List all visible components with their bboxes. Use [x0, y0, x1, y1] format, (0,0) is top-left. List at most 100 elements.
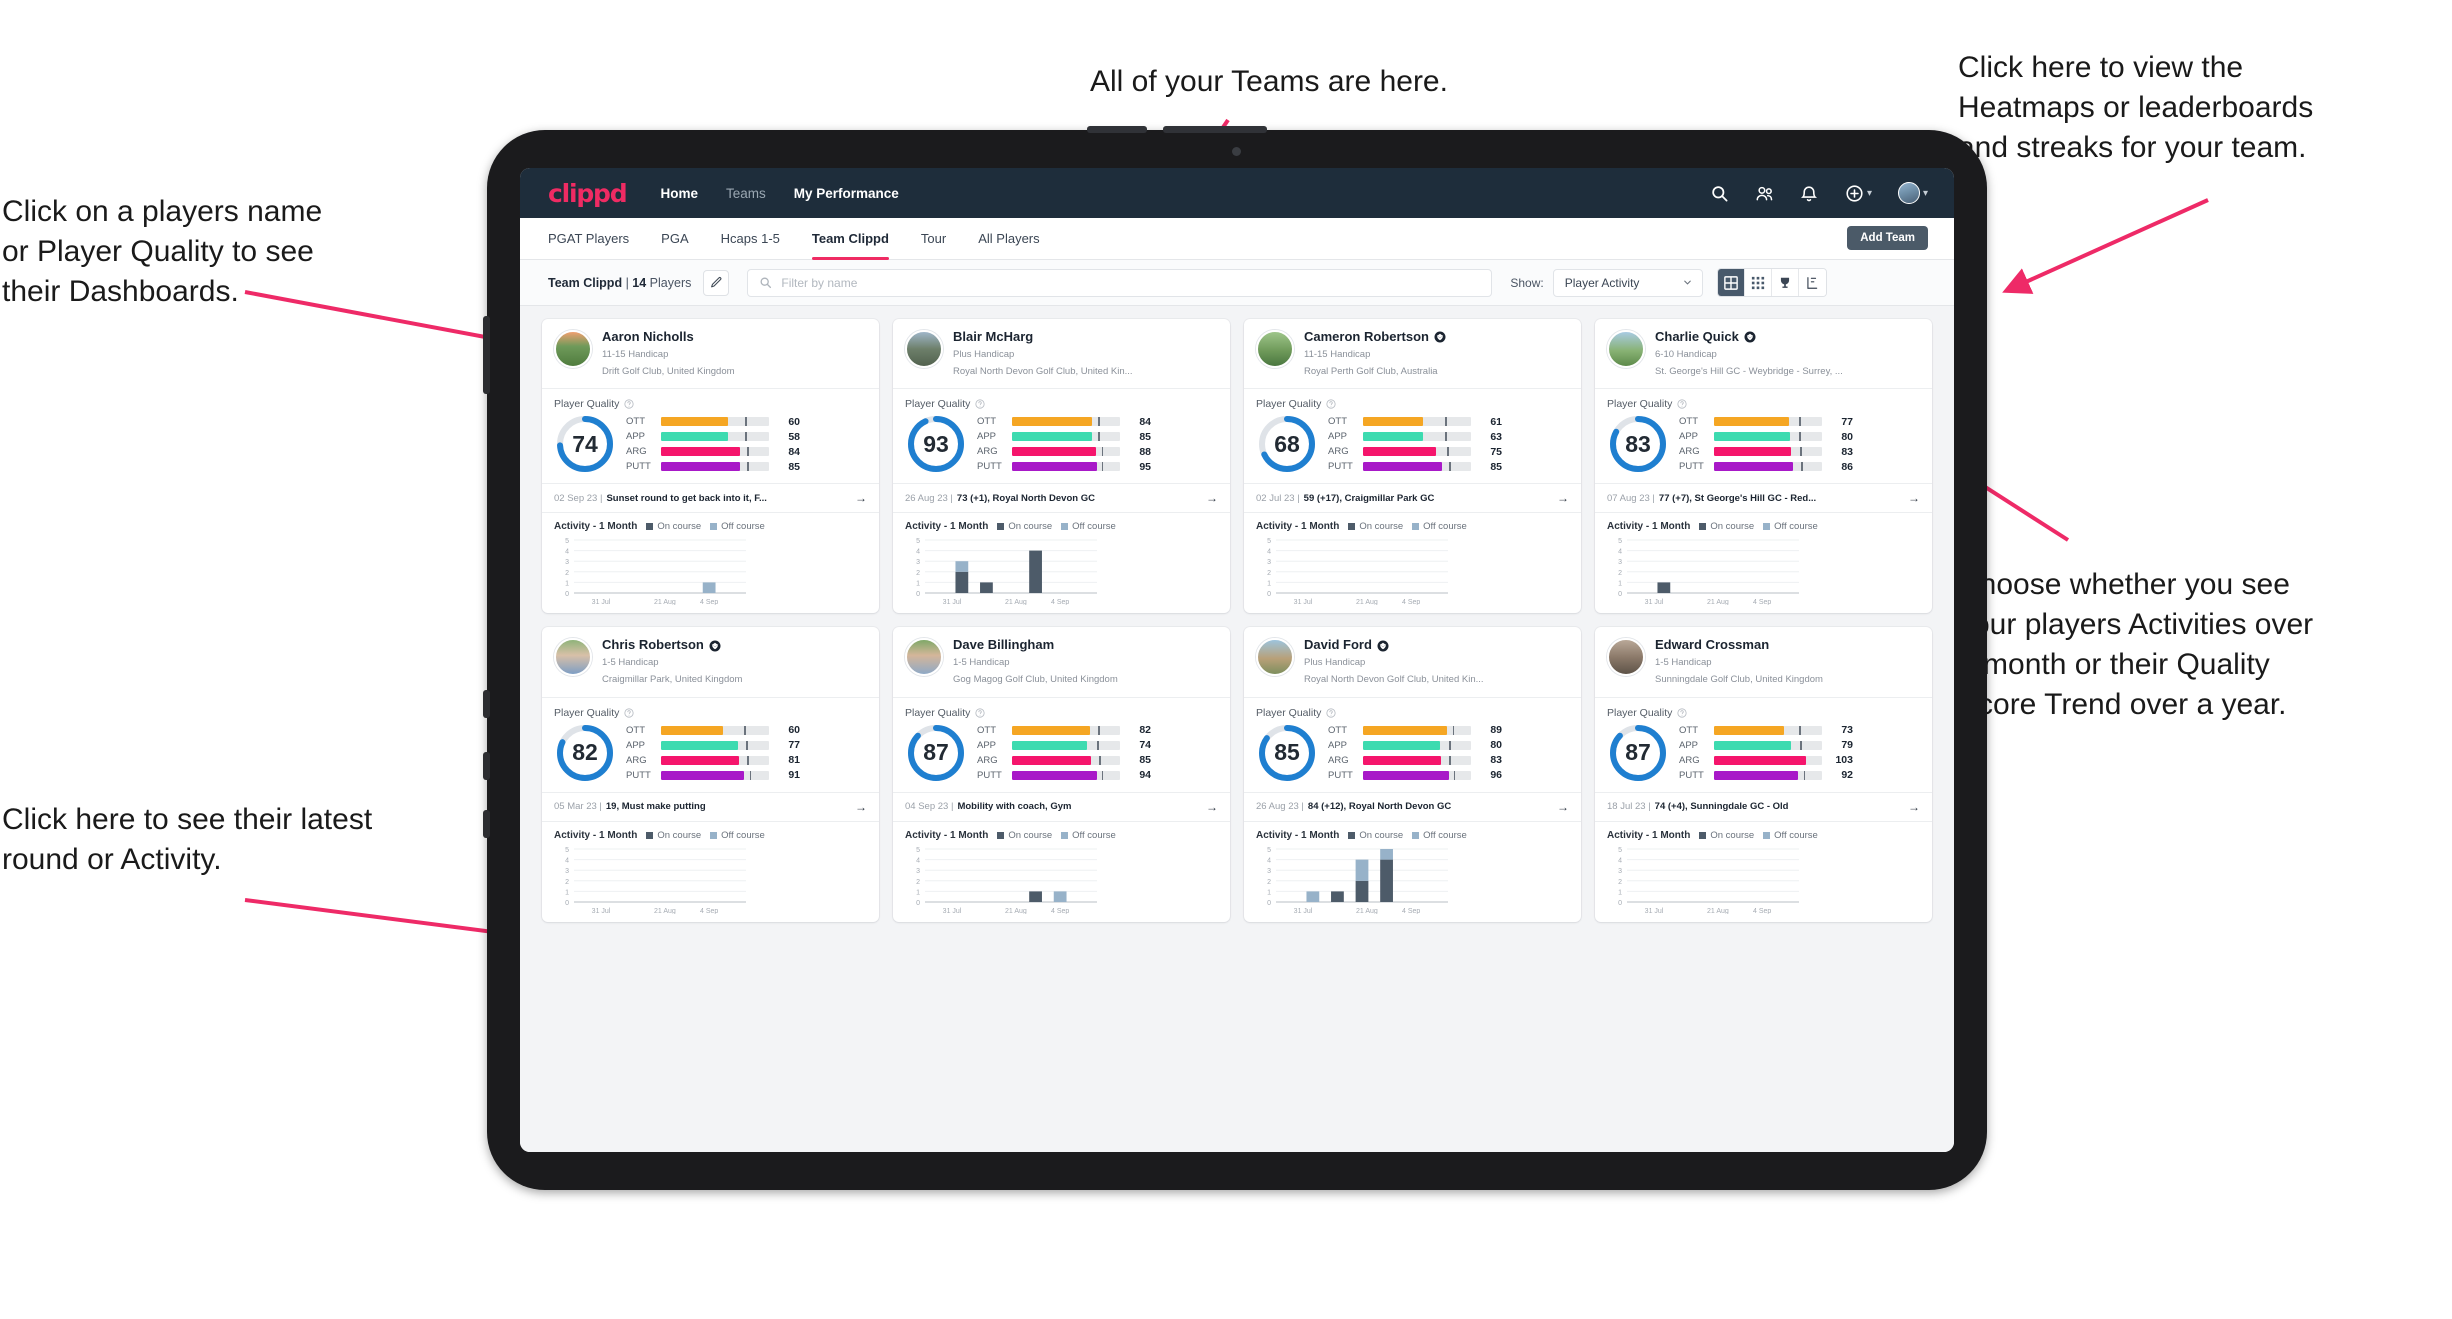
player-card-header[interactable]: Edward Crossman 1-5 Handicap Sunningdale…	[1595, 627, 1932, 696]
tab-all-players[interactable]: All Players	[978, 218, 1039, 260]
nav-item-home[interactable]: Home	[660, 186, 698, 201]
player-quality-section[interactable]: Player Quality 93 OTT 84 APP 85 ARG 88 P…	[893, 389, 1230, 483]
search-field-wrapper[interactable]	[747, 268, 1493, 297]
view-chart-button[interactable]	[1798, 269, 1826, 296]
tab-team-clippd[interactable]: Team Clippd	[811, 218, 889, 260]
arrow-right-icon[interactable]: →	[1206, 800, 1218, 814]
latest-round-row[interactable]: 04 Sep 23 | Mobility with coach, Gym →	[893, 791, 1230, 822]
player-card[interactable]: Aaron Nicholls 11-15 Handicap Drift Golf…	[542, 319, 879, 614]
arrow-right-icon[interactable]: →	[1557, 800, 1569, 814]
player-quality-section[interactable]: Player Quality 74 OTT 60 APP 58 ARG 84 P…	[542, 389, 879, 483]
help-icon[interactable]	[1677, 708, 1687, 718]
player-avatar[interactable]	[554, 638, 592, 677]
player-card[interactable]: Blair McHarg Plus Handicap Royal North D…	[893, 319, 1230, 614]
player-card[interactable]: Chris Robertson 1-5 Handicap Craigmillar…	[542, 627, 879, 922]
help-icon[interactable]	[624, 708, 634, 718]
quality-score-value: 87	[923, 739, 949, 766]
player-card-header[interactable]: Charlie Quick 6-10 Handicap St. George's…	[1595, 319, 1932, 388]
player-card-header[interactable]: Cameron Robertson 11-15 Handicap Royal P…	[1244, 319, 1581, 388]
arrow-right-icon[interactable]: →	[855, 491, 867, 505]
player-quality-section[interactable]: Player Quality 85 OTT 89 APP 80 ARG 83 P…	[1244, 698, 1581, 792]
add-team-button[interactable]: Add Team	[1847, 226, 1928, 250]
player-card[interactable]: Cameron Robertson 11-15 Handicap Royal P…	[1244, 319, 1581, 614]
player-card-header[interactable]: Blair McHarg Plus Handicap Royal North D…	[893, 319, 1230, 388]
player-avatar[interactable]	[554, 330, 592, 368]
arrow-right-icon[interactable]: →	[1908, 800, 1920, 814]
help-icon[interactable]	[975, 399, 985, 410]
plus-circle-menu[interactable]: ▾	[1845, 184, 1872, 203]
player-name[interactable]: Edward Crossman	[1655, 638, 1823, 653]
help-icon[interactable]	[624, 399, 634, 410]
player-avatar[interactable]	[1256, 330, 1294, 368]
player-quality-section[interactable]: Player Quality 68 OTT 61 APP 63 ARG 75 P…	[1244, 389, 1581, 483]
avatar[interactable]	[1897, 182, 1920, 204]
view-grid-large-button[interactable]	[1717, 269, 1745, 296]
player-quality-section[interactable]: Player Quality 87 OTT 82 APP 74 ARG 85 P…	[893, 698, 1230, 792]
player-avatar[interactable]	[905, 330, 943, 368]
player-card[interactable]: Charlie Quick 6-10 Handicap St. George's…	[1595, 319, 1932, 614]
player-avatar[interactable]	[1607, 330, 1645, 368]
people-icon[interactable]	[1755, 184, 1774, 203]
player-quality-section[interactable]: Player Quality 83 OTT 77 APP 80 ARG 83 P…	[1595, 389, 1932, 483]
latest-round-row[interactable]: 18 Jul 23 | 74 (+4), Sunningdale GC - Ol…	[1595, 791, 1932, 822]
player-avatar[interactable]	[1256, 638, 1294, 677]
metric-bar-fill	[1363, 740, 1440, 750]
metric-value: 103	[1835, 754, 1853, 767]
search-input[interactable]	[781, 275, 1481, 290]
player-name[interactable]: Charlie Quick	[1655, 329, 1843, 345]
player-avatar[interactable]	[905, 638, 943, 677]
player-name[interactable]: Chris Robertson	[602, 638, 742, 653]
player-quality-section[interactable]: Player Quality 87 OTT 73 APP 79 ARG 103 …	[1595, 698, 1932, 792]
player-card[interactable]: Dave Billingham 1-5 Handicap Gog Magog G…	[893, 627, 1230, 922]
search-icon[interactable]	[1710, 184, 1729, 203]
round-description: 84 (+12), Royal North Devon GC	[1307, 801, 1452, 813]
latest-round-row[interactable]: 26 Aug 23 | 84 (+12), Royal North Devon …	[1244, 791, 1581, 822]
nav-item-teams[interactable]: Teams	[726, 186, 766, 201]
latest-round-row[interactable]: 07 Aug 23 | 77 (+7), St George's Hill GC…	[1595, 483, 1932, 514]
player-name[interactable]: Cameron Robertson	[1304, 329, 1446, 345]
svg-text:3: 3	[1267, 560, 1271, 567]
svg-text:1: 1	[565, 889, 569, 896]
help-icon[interactable]	[975, 708, 985, 718]
help-icon[interactable]	[1326, 708, 1336, 718]
player-card[interactable]: Edward Crossman 1-5 Handicap Sunningdale…	[1595, 627, 1932, 922]
metric-bar-track	[1714, 740, 1822, 750]
arrow-right-icon[interactable]: →	[855, 800, 867, 814]
latest-round-row[interactable]: 02 Jul 23 | 59 (+17), Craigmillar Park G…	[1244, 483, 1581, 514]
view-grid-small-button[interactable]	[1744, 269, 1772, 296]
latest-round-row[interactable]: 26 Aug 23 | 73 (+1), Royal North Devon G…	[893, 483, 1230, 514]
arrow-right-icon[interactable]: →	[1908, 491, 1920, 505]
tab-hcaps-1-5[interactable]: Hcaps 1-5	[721, 218, 780, 260]
plus-circle-icon[interactable]	[1845, 184, 1864, 203]
player-name[interactable]: David Ford	[1304, 638, 1484, 653]
player-card-header[interactable]: David Ford Plus Handicap Royal North Dev…	[1244, 627, 1581, 696]
tab-pgat-players[interactable]: PGAT Players	[548, 218, 629, 260]
latest-round-row[interactable]: 02 Sep 23 | Sunset round to get back int…	[542, 483, 879, 514]
help-icon[interactable]	[1677, 399, 1687, 410]
show-select[interactable]: Player Activity	[1552, 268, 1703, 297]
view-leaderboard-button[interactable]	[1771, 269, 1799, 296]
help-icon[interactable]	[1326, 399, 1336, 410]
player-card[interactable]: David Ford Plus Handicap Royal North Dev…	[1244, 627, 1581, 922]
player-name[interactable]: Blair McHarg	[953, 329, 1133, 345]
bell-icon[interactable]	[1800, 184, 1819, 203]
player-card-header[interactable]: Aaron Nicholls 11-15 Handicap Drift Golf…	[542, 319, 879, 388]
profile-menu[interactable]: ▾	[1897, 182, 1928, 204]
player-handicap: Plus Handicap	[953, 348, 1015, 360]
player-avatar[interactable]	[1607, 638, 1645, 677]
arrow-right-icon[interactable]: →	[1557, 491, 1569, 505]
latest-round-row[interactable]: 05 Mar 23 | 19, Must make putting →	[542, 791, 879, 822]
player-name[interactable]: Aaron Nicholls	[602, 329, 735, 345]
tab-tour[interactable]: Tour	[921, 218, 946, 260]
clippd-logo[interactable]: clippd	[548, 179, 628, 208]
nav-item-my-performance[interactable]: My Performance	[794, 186, 899, 201]
metric-benchmark-tick	[1101, 770, 1104, 780]
metric-value: 96	[1490, 769, 1502, 782]
tab-pga[interactable]: PGA	[661, 218, 688, 260]
player-quality-section[interactable]: Player Quality 82 OTT 60 APP 77 ARG 81 P…	[542, 698, 879, 792]
edit-team-button[interactable]	[703, 269, 730, 296]
arrow-right-icon[interactable]: →	[1206, 491, 1218, 505]
player-card-header[interactable]: Chris Robertson 1-5 Handicap Craigmillar…	[542, 627, 879, 696]
player-card-header[interactable]: Dave Billingham 1-5 Handicap Gog Magog G…	[893, 627, 1230, 696]
player-name[interactable]: Dave Billingham	[953, 638, 1118, 653]
